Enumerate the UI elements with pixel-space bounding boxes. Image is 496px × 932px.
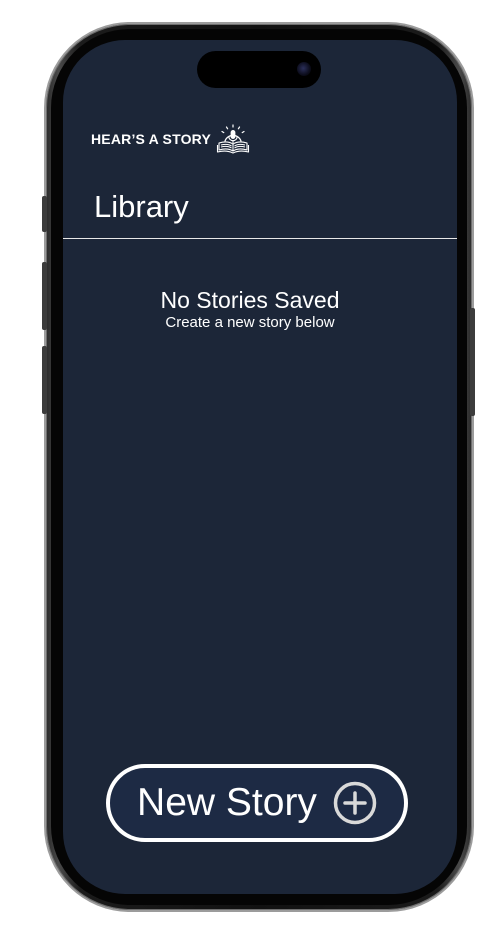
brand-name: HEAR’S A STORY — [91, 131, 212, 147]
app-screen: HEAR’S A STORY Library No Stories Saved … — [63, 40, 457, 894]
new-story-label: New Story — [137, 781, 317, 824]
front-camera — [297, 62, 311, 76]
volume-up-button — [42, 262, 47, 330]
volume-down-button — [42, 346, 47, 414]
empty-state-title: No Stories Saved — [160, 287, 340, 313]
app-brand: HEAR’S A STORY — [91, 124, 250, 154]
dynamic-island — [197, 51, 321, 88]
plus-circle-icon — [333, 781, 377, 825]
power-button — [470, 308, 475, 416]
open-book-microphone-icon — [216, 124, 250, 154]
page-title: Library — [94, 189, 189, 224]
new-story-button[interactable]: New Story — [106, 764, 408, 842]
title-divider — [63, 238, 457, 239]
empty-state: No Stories Saved Create a new story belo… — [63, 286, 437, 332]
silent-switch — [42, 196, 47, 232]
empty-state-subtitle: Create a new story below — [165, 314, 335, 331]
